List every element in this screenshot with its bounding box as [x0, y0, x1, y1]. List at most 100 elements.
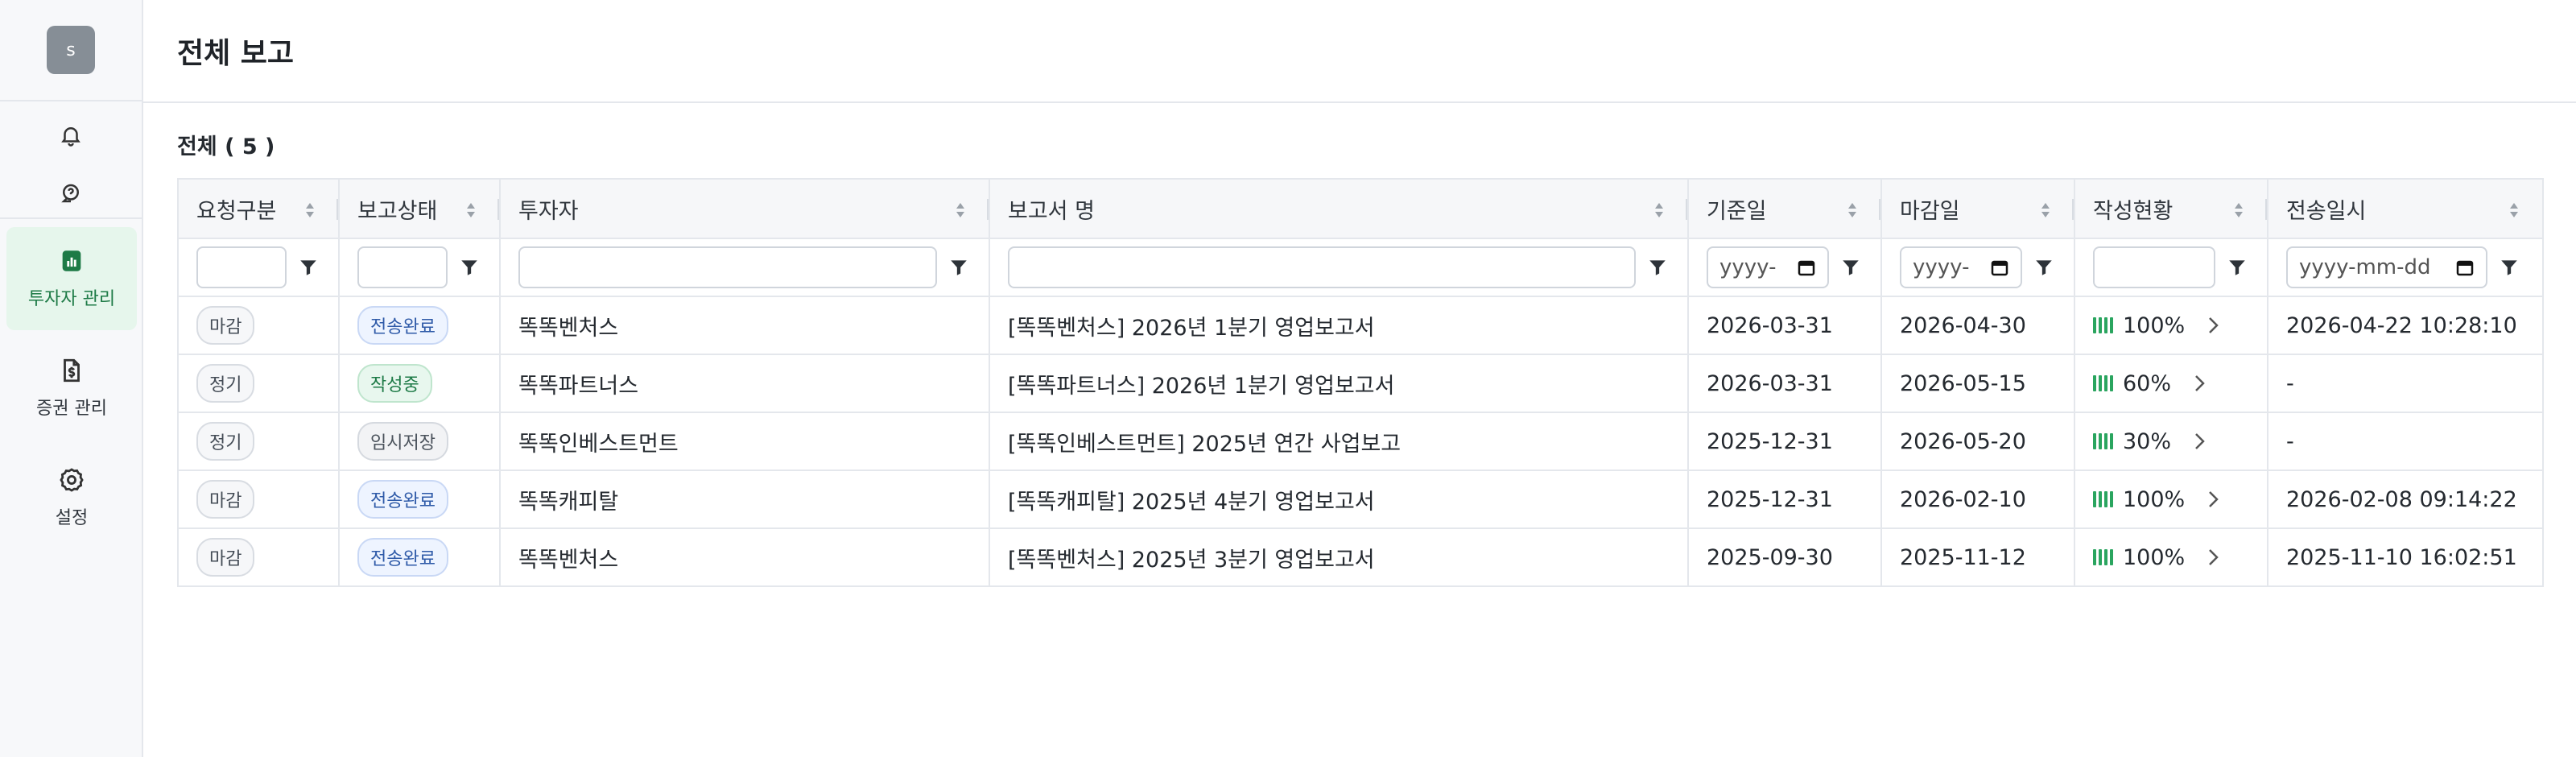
filter-icon[interactable] — [2499, 257, 2520, 278]
table-filter-row: yyyy- yyyy- yyyy-mm-dd — [178, 238, 2544, 297]
column-header-investor[interactable]: 투자자 — [500, 179, 990, 239]
sort-icon[interactable] — [1653, 201, 1665, 220]
chevron-right-icon[interactable] — [2206, 546, 2220, 569]
filter-icon[interactable] — [298, 257, 319, 278]
sidebar-nav: 투자자 관리 증권 관리 설정 — [0, 219, 142, 557]
column-header-report-name[interactable]: 보고서 명 — [989, 179, 1689, 239]
filter-input-request-type[interactable] — [196, 246, 287, 288]
chevron-right-icon[interactable] — [2192, 372, 2207, 395]
deadline-cell: 2026-05-20 — [1881, 412, 2075, 471]
report-count: 전체 ( 5 ) — [177, 134, 275, 159]
progress-cell[interactable]: 100% — [2093, 487, 2249, 512]
base-date-cell: 2025-12-31 — [1688, 412, 1882, 471]
sort-icon[interactable] — [465, 201, 477, 220]
progress-cell[interactable]: 30% — [2093, 429, 2249, 454]
table-row[interactable]: 마감 전송완료 똑똑벤처스 [똑똑벤처스] 2025년 3분기 영업보고서 20… — [178, 528, 2544, 587]
filter-icon[interactable] — [2033, 257, 2054, 278]
column-header-deadline[interactable]: 마감일 — [1881, 179, 2075, 239]
progress-bars-icon — [2093, 375, 2113, 391]
progress-cell[interactable]: 60% — [2093, 371, 2249, 396]
deadline-cell: 2026-04-30 — [1881, 296, 2075, 355]
report-chart-icon — [62, 250, 81, 271]
filter-input-progress[interactable] — [2093, 246, 2215, 288]
sent-at-cell: 2025-11-10 16:02:51 — [2268, 528, 2544, 587]
support-chat-icon[interactable] — [58, 180, 84, 206]
filter-icon[interactable] — [1840, 257, 1861, 278]
sidebar-item-securities[interactable]: 증권 관리 — [6, 337, 137, 440]
status-badge: 전송완료 — [357, 538, 448, 577]
sort-icon[interactable] — [955, 201, 966, 220]
request-type-badge: 마감 — [196, 306, 255, 345]
calendar-icon[interactable] — [1797, 258, 1816, 277]
report-name-cell[interactable]: [똑똑캐피탈] 2025년 4분기 영업보고서 — [989, 470, 1689, 529]
bell-icon[interactable] — [58, 122, 84, 148]
investor-cell: 똑똑벤처스 — [500, 296, 990, 355]
chevron-right-icon[interactable] — [2206, 488, 2220, 511]
progress-cell[interactable]: 100% — [2093, 545, 2249, 570]
filter-icon[interactable] — [1647, 257, 1668, 278]
sent-at-cell: - — [2268, 354, 2544, 413]
column-header-request-type[interactable]: 요청구분 — [178, 179, 340, 239]
sort-icon[interactable] — [304, 201, 316, 220]
sort-icon[interactable] — [1847, 201, 1858, 220]
base-date-cell: 2026-03-31 — [1688, 354, 1882, 413]
filter-input-report-status[interactable] — [357, 246, 448, 288]
status-badge: 작성중 — [357, 364, 432, 403]
deadline-cell: 2026-05-15 — [1881, 354, 2075, 413]
investor-cell: 똑똑인베스트먼트 — [500, 412, 990, 471]
status-badge: 임시저장 — [357, 422, 448, 461]
column-header-sent-at[interactable]: 전송일시 — [2268, 179, 2544, 239]
filter-input-report-name[interactable] — [1008, 246, 1636, 288]
column-header-report-status[interactable]: 보고상태 — [339, 179, 501, 239]
table-header-row: 요청구분 보고상태 투자자 보고서 명 기준일 마감일 작성현황 전송일시 — [178, 179, 2544, 239]
content: 전체 ( 5 ) 요청구분 보고상태 투자자 보고서 명 기준일 마감일 작성현… — [143, 103, 2576, 587]
progress-bars-icon — [2093, 549, 2113, 565]
page-title: 전체 보고 — [177, 37, 295, 70]
filter-input-deadline[interactable]: yyyy- — [1900, 246, 2022, 288]
table-row[interactable]: 정기 작성중 똑똑파트너스 [똑똑파트너스] 2026년 1분기 영업보고서 2… — [178, 354, 2544, 413]
calendar-icon[interactable] — [1990, 258, 2009, 277]
column-header-base-date[interactable]: 기준일 — [1688, 179, 1882, 239]
sort-icon[interactable] — [2508, 201, 2520, 220]
deadline-cell: 2025-11-12 — [1881, 528, 2075, 587]
investor-cell: 똑똑벤처스 — [500, 528, 990, 587]
deadline-cell: 2026-02-10 — [1881, 470, 2075, 529]
dollar-document-icon — [64, 358, 80, 383]
request-type-badge: 정기 — [196, 422, 255, 461]
table-row[interactable]: 마감 전송완료 똑똑캐피탈 [똑똑캐피탈] 2025년 4분기 영업보고서 20… — [178, 470, 2544, 529]
main-area: 전체 보고 전체 ( 5 ) 요청구분 보고상태 투자자 보고서 명 기준일 마… — [143, 0, 2576, 757]
reports-table: 요청구분 보고상태 투자자 보고서 명 기준일 마감일 작성현황 전송일시 yy… — [177, 178, 2544, 587]
avatar-area: s — [0, 0, 142, 101]
filter-icon[interactable] — [948, 257, 969, 278]
table-row[interactable]: 정기 임시저장 똑똑인베스트먼트 [똑똑인베스트먼트] 2025년 연간 사업보… — [178, 412, 2544, 471]
report-name-cell[interactable]: [똑똑벤처스] 2026년 1분기 영업보고서 — [989, 296, 1689, 355]
request-type-badge: 마감 — [196, 480, 255, 519]
column-header-progress[interactable]: 작성현황 — [2074, 179, 2268, 239]
progress-bars-icon — [2093, 491, 2113, 507]
sidebar-item-label: 설정 — [55, 508, 89, 528]
sidebar-item-investors[interactable]: 투자자 관리 — [6, 227, 137, 330]
base-date-cell: 2025-12-31 — [1688, 470, 1882, 529]
sidebar-item-settings[interactable]: 설정 — [6, 446, 137, 549]
filter-input-sent-at[interactable]: yyyy-mm-dd — [2286, 246, 2487, 288]
sort-icon[interactable] — [2040, 201, 2051, 220]
sidebar-item-label: 증권 관리 — [36, 399, 107, 419]
filter-icon[interactable] — [459, 257, 480, 278]
report-name-cell[interactable]: [똑똑파트너스] 2026년 1분기 영업보고서 — [989, 354, 1689, 413]
calendar-icon[interactable] — [2455, 258, 2475, 277]
progress-bars-icon — [2093, 433, 2113, 449]
sort-icon[interactable] — [2233, 201, 2244, 220]
report-name-cell[interactable]: [똑똑인베스트먼트] 2025년 연간 사업보고 — [989, 412, 1689, 471]
chevron-right-icon[interactable] — [2206, 314, 2220, 337]
table-row[interactable]: 마감 전송완료 똑똑벤처스 [똑똑벤처스] 2026년 1분기 영업보고서 20… — [178, 296, 2544, 355]
sent-at-cell: - — [2268, 412, 2544, 471]
table-body: 마감 전송완료 똑똑벤처스 [똑똑벤처스] 2026년 1분기 영업보고서 20… — [178, 296, 2544, 587]
filter-icon[interactable] — [2227, 257, 2248, 278]
chevron-right-icon[interactable] — [2192, 430, 2207, 453]
filter-input-base-date[interactable]: yyyy- — [1707, 246, 1829, 288]
progress-cell[interactable]: 100% — [2093, 313, 2249, 338]
sent-at-cell: 2026-04-22 10:28:10 — [2268, 296, 2544, 355]
filter-input-investor[interactable] — [518, 246, 937, 288]
report-name-cell[interactable]: [똑똑벤처스] 2025년 3분기 영업보고서 — [989, 528, 1689, 587]
avatar[interactable]: s — [47, 26, 95, 74]
